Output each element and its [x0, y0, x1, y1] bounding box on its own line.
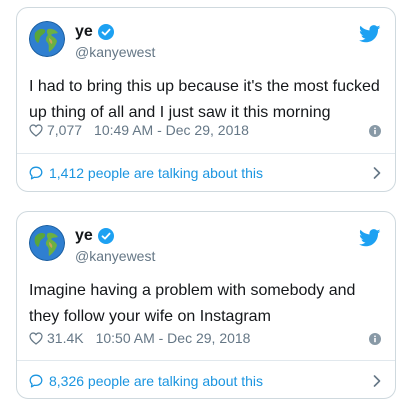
info-icon[interactable]	[369, 125, 381, 137]
display-name-text[interactable]: ye	[75, 227, 93, 245]
tweet-text-line: they follow your wife on Instagram	[29, 308, 271, 325]
chevron-right-icon[interactable]	[373, 167, 381, 179]
heart-icon[interactable]	[29, 123, 43, 137]
tweet-text-line: I had to bring this up because it's the …	[29, 78, 380, 95]
divider	[17, 360, 395, 361]
twitter-bird-icon[interactable]	[359, 25, 381, 43]
globe-avatar-icon[interactable]	[29, 225, 65, 261]
globe-avatar-icon[interactable]	[29, 21, 65, 57]
tweet-meta: 7,077 10:49 AM - Dec 29, 2018	[29, 122, 249, 138]
heart-icon[interactable]	[29, 331, 43, 345]
talking-text[interactable]: 8,326 people are talking about this	[49, 373, 263, 389]
twitter-bird-icon[interactable]	[359, 229, 381, 247]
tweet-card[interactable]: ye @kanyewest Imagine having a problem w…	[16, 211, 396, 399]
timestamp[interactable]: 10:50 AM - Dec 29, 2018	[96, 330, 251, 346]
info-icon[interactable]	[369, 333, 381, 345]
verified-badge-icon	[97, 228, 114, 244]
tweet-text: Imagine having a problem with somebody a…	[29, 278, 385, 330]
divider	[17, 153, 395, 154]
user-handle[interactable]: @kanyewest	[75, 44, 155, 60]
tweet-text: I had to bring this up because it's the …	[29, 74, 385, 126]
like-count[interactable]: 31.4K	[47, 330, 84, 346]
chevron-right-icon[interactable]	[373, 375, 381, 387]
display-name-text[interactable]: ye	[75, 23, 93, 41]
chat-bubble-icon	[29, 374, 43, 388]
display-name[interactable]: ye	[75, 227, 114, 245]
display-name[interactable]: ye	[75, 23, 114, 41]
tweet-meta: 31.4K 10:50 AM - Dec 29, 2018	[29, 330, 250, 346]
verified-badge-icon	[97, 24, 114, 40]
tweet-text-line: Imagine having a problem with somebody a…	[29, 282, 356, 299]
user-handle[interactable]: @kanyewest	[75, 248, 155, 264]
talking-link[interactable]: 1,412 people are talking about this	[29, 165, 263, 181]
like-count[interactable]: 7,077	[47, 122, 82, 138]
talking-link[interactable]: 8,326 people are talking about this	[29, 373, 263, 389]
chat-bubble-icon	[29, 166, 43, 180]
talking-text[interactable]: 1,412 people are talking about this	[49, 165, 263, 181]
tweet-card[interactable]: ye @kanyewest I had to bring this up bec…	[16, 7, 396, 192]
timestamp[interactable]: 10:49 AM - Dec 29, 2018	[94, 122, 249, 138]
